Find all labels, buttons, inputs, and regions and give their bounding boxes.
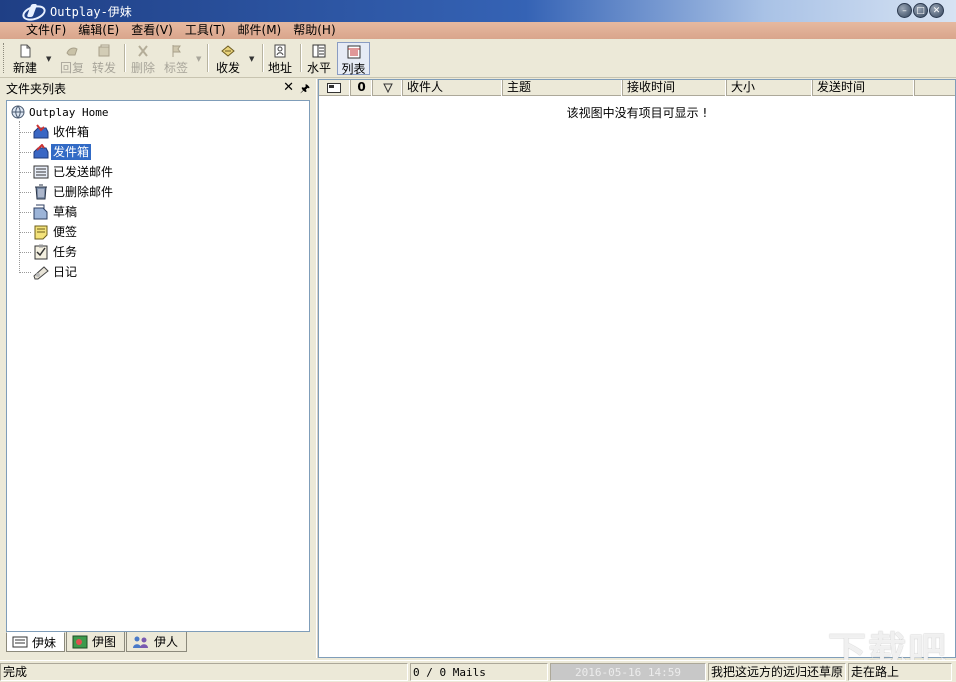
horizontal-layout-button[interactable]: 水平 — [305, 42, 333, 75]
tab-mail[interactable]: 伊妹 — [6, 632, 66, 652]
folder-item-deleted[interactable]: 已删除邮件 — [19, 183, 115, 201]
send-receive-icon — [221, 45, 235, 57]
mail-list-header: 0 收件人 主题 接收时间 大小 发送时间 — [319, 80, 955, 96]
reply-button[interactable]: 回复 — [58, 42, 86, 75]
toolbar-separator — [207, 44, 209, 72]
draft-icon — [33, 204, 48, 220]
folder-item-diary[interactable]: 日记 — [19, 263, 79, 281]
sent-icon — [33, 165, 49, 179]
home-globe-icon — [11, 105, 25, 119]
menu-mail[interactable]: 邮件(M) — [232, 22, 288, 39]
menu-help[interactable]: 帮助(H) — [287, 22, 341, 39]
envelope-icon — [327, 83, 341, 93]
flag-icon — [172, 45, 181, 57]
new-document-icon — [20, 44, 31, 58]
new-dropdown-arrow[interactable]: ▼ — [46, 55, 51, 63]
tab-pictures[interactable]: 伊图 — [66, 632, 126, 652]
app-logo-icon — [20, 2, 46, 20]
paperclip-icon: 0 — [357, 80, 366, 94]
column-recipient[interactable]: 收件人 — [403, 80, 503, 96]
reply-icon — [66, 47, 78, 56]
forward-button[interactable]: 转发 — [90, 42, 118, 75]
status-ticker: 我把这远方的远归还草原 — [708, 663, 846, 681]
status-bar: 完成 0 / 0 Mails 2016-05-16 14:59 我把这远方的远归… — [0, 660, 956, 682]
mail-list: 0 收件人 主题 接收时间 大小 发送时间 该视图中没有项目可显示 ! — [318, 79, 956, 658]
menu-file[interactable]: 文件(F) — [20, 22, 72, 39]
column-attachment[interactable]: 0 — [351, 80, 373, 96]
window-title: Outplay-伊妹 — [50, 4, 132, 19]
toolbar: 新建 ▼ 回复 转发 删除 标签 ▼ 收发 ▼ 地址 水平 列表 — [0, 39, 956, 78]
toolbar-separator — [262, 44, 264, 72]
menu-bar: 文件(F) 编辑(E) 查看(V) 工具(T) 邮件(M) 帮助(H) — [0, 22, 956, 39]
contacts-tab-icon — [133, 636, 149, 648]
flag-icon — [382, 83, 393, 94]
toolbar-separator — [300, 44, 302, 72]
menu-edit[interactable]: 编辑(E) — [72, 22, 125, 39]
address-button[interactable]: 地址 — [266, 42, 294, 75]
column-subject[interactable]: 主题 — [503, 80, 623, 96]
folder-item-inbox[interactable]: 收件箱 — [19, 123, 91, 141]
delete-button[interactable]: 删除 — [129, 42, 157, 75]
toolbar-grip[interactable] — [3, 43, 6, 73]
folder-item-notes[interactable]: 便签 — [19, 223, 79, 241]
outbox-icon — [33, 144, 49, 159]
mail-tab-icon — [12, 636, 28, 648]
empty-view-message: 该视图中没有项目可显示 ! — [566, 106, 708, 120]
menu-tools[interactable]: 工具(T) — [179, 22, 232, 39]
column-flag[interactable] — [373, 80, 403, 96]
mail-count: 0 / 0 Mails — [410, 663, 548, 681]
folder-tree: Outplay Home 收件箱 发件箱 已发送邮件 已删除邮件 草稿 便签 任… — [6, 100, 310, 632]
tag-button[interactable]: 标签 — [162, 42, 190, 75]
new-button[interactable]: 新建 — [10, 42, 40, 75]
send-receive-dropdown-arrow[interactable]: ▼ — [249, 55, 254, 63]
folder-item-outbox[interactable]: 发件箱 — [19, 143, 92, 161]
datetime-display: 2016-05-16 14:59 — [550, 663, 706, 681]
task-icon — [34, 244, 48, 260]
title-bar: Outplay-伊妹 – □ ✕ — [0, 0, 956, 22]
list-layout-icon — [347, 45, 360, 59]
folder-pane-header: 文件夹列表 ✕ 🖈 — [2, 79, 314, 97]
toolbar-separator — [124, 44, 126, 72]
column-sent-time[interactable]: 发送时间 — [813, 80, 915, 96]
diary-icon — [33, 266, 49, 280]
status-ticker-secondary: 走在路上 — [848, 663, 952, 681]
menu-view[interactable]: 查看(V) — [125, 22, 179, 39]
delete-x-icon — [138, 45, 148, 57]
folder-pane-tabs: 伊妹 伊图 伊人 — [6, 632, 188, 652]
status-text: 完成 — [0, 663, 408, 681]
folder-item-sent[interactable]: 已发送邮件 — [19, 163, 115, 181]
address-book-icon — [274, 44, 286, 58]
picture-tab-icon — [72, 635, 88, 648]
tree-root[interactable]: Outplay Home — [10, 105, 108, 119]
forward-icon — [98, 44, 110, 57]
column-received-time[interactable]: 接收时间 — [623, 80, 727, 96]
inbox-icon — [33, 124, 49, 139]
folder-item-drafts[interactable]: 草稿 — [19, 203, 79, 221]
window-controls: – □ ✕ — [897, 3, 944, 18]
pin-icon[interactable]: 🖈 — [300, 80, 310, 99]
close-button[interactable]: ✕ — [929, 3, 944, 18]
tab-contacts[interactable]: 伊人 — [126, 632, 188, 652]
minimize-button[interactable]: – — [897, 3, 912, 18]
close-icon[interactable]: ✕ — [283, 80, 294, 95]
tag-dropdown-arrow[interactable]: ▼ — [196, 55, 201, 63]
column-size[interactable]: 大小 — [727, 80, 813, 96]
folder-item-tasks[interactable]: 任务 — [19, 243, 79, 261]
list-layout-button[interactable]: 列表 — [337, 42, 370, 76]
trash-icon — [35, 184, 47, 200]
maximize-button[interactable]: □ — [913, 3, 928, 18]
horizontal-layout-icon — [312, 44, 326, 58]
column-type[interactable] — [319, 80, 351, 96]
send-receive-button[interactable]: 收发 — [213, 42, 243, 75]
note-icon — [34, 225, 48, 240]
folder-pane: 文件夹列表 ✕ 🖈 Outplay Home 收件箱 发件箱 已发送邮件 已删除… — [0, 79, 316, 658]
folder-pane-title: 文件夹列表 — [6, 81, 67, 96]
